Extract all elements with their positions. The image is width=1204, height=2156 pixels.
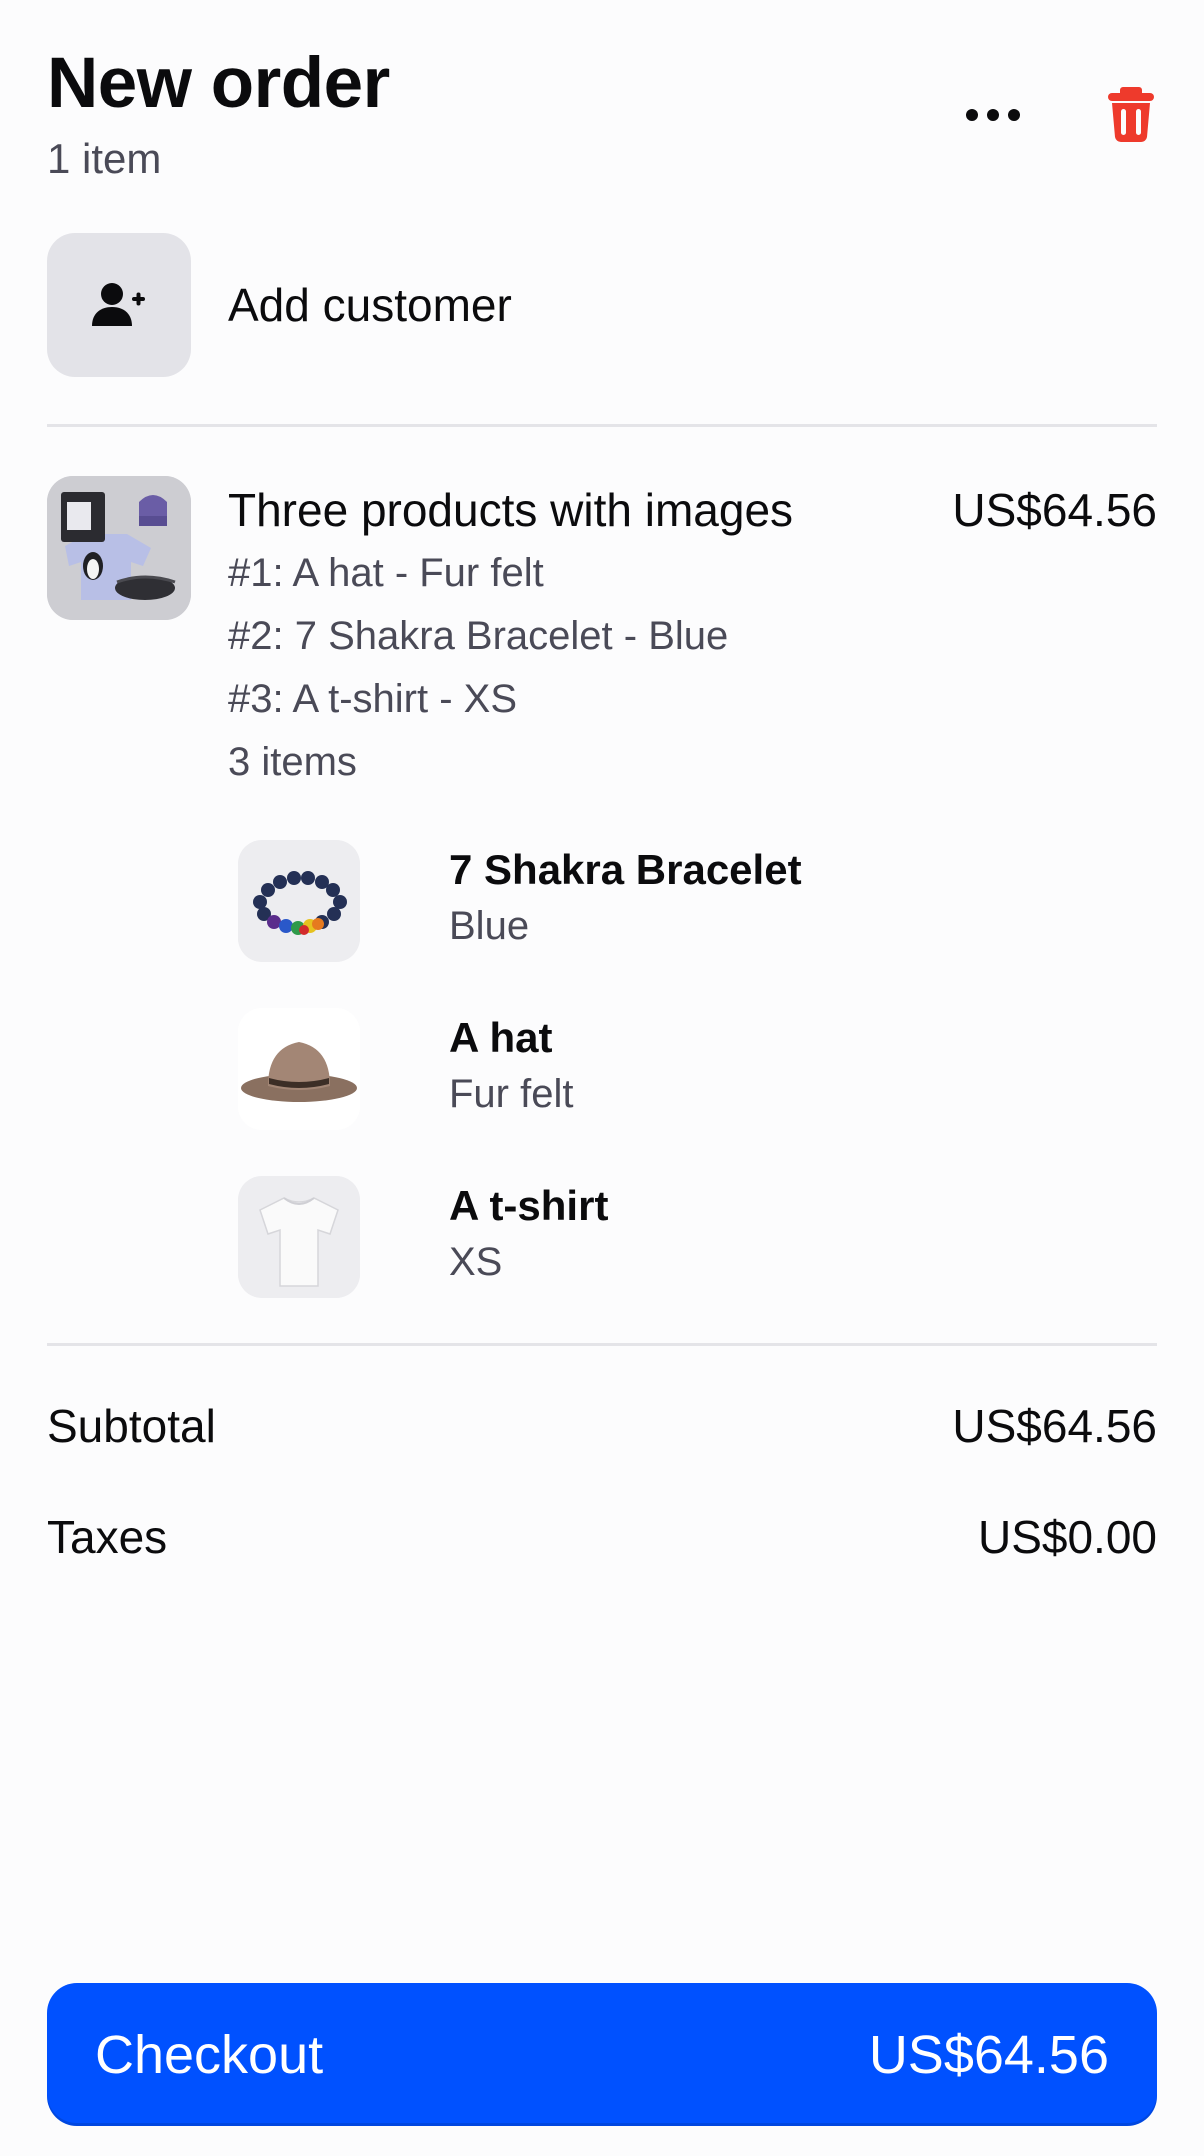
divider	[47, 424, 1157, 427]
component-variant: XS	[449, 1240, 503, 1284]
component-name: 7 Shakra Bracelet	[449, 846, 802, 893]
subtotal-value: US$64.56	[952, 1400, 1157, 1452]
more-horizontal-icon	[966, 109, 1020, 121]
bundle-detail: #2: 7 Shakra Bracelet - Blue	[228, 614, 729, 658]
taxes-row: Taxes US$0.00	[47, 1509, 1157, 1569]
more-options-button[interactable]	[953, 80, 1033, 150]
subtotal-row: Subtotal US$64.56	[47, 1398, 1157, 1458]
taxes-value: US$0.00	[977, 1511, 1157, 1563]
page-title: New order	[47, 44, 390, 123]
hat-image	[238, 1008, 360, 1130]
line-item-bundle[interactable]: Three products with images US$64.56 #1: …	[47, 476, 1157, 1298]
component-variant: Blue	[449, 904, 530, 948]
order-screen: New order 1 item Add customer Three prod…	[47, 0, 1157, 2156]
trash-icon	[1108, 87, 1154, 143]
bundle-image	[47, 476, 191, 620]
bundle-price: US$64.56	[952, 484, 1157, 536]
add-customer-label: Add customer	[228, 279, 512, 331]
order-header: New order 1 item	[47, 40, 1157, 190]
customer-avatar	[47, 233, 191, 377]
bundle-item-count: 3 items	[228, 740, 357, 784]
add-customer-button[interactable]: Add customer	[47, 233, 1157, 377]
component-variant: Fur felt	[449, 1072, 574, 1116]
component-name: A hat	[449, 1014, 553, 1061]
item-count: 1 item	[47, 135, 162, 182]
component-item: A t-shirt XS	[238, 1176, 1138, 1298]
checkout-total: US$64.56	[868, 2025, 1109, 2085]
delete-order-button[interactable]	[1101, 78, 1161, 150]
t-shirt-image	[238, 1176, 360, 1298]
checkout-button[interactable]: Checkout US$64.56	[47, 1983, 1157, 2126]
component-item: A hat Fur felt	[238, 1008, 1138, 1130]
bundle-detail: #3: A t-shirt - XS	[228, 677, 518, 721]
checkout-label: Checkout	[95, 2025, 324, 2085]
divider	[47, 1343, 1157, 1346]
subtotal-label: Subtotal	[47, 1400, 216, 1452]
component-name: A t-shirt	[449, 1182, 609, 1229]
bundle-detail: #1: A hat - Fur felt	[228, 551, 544, 595]
bracelet-image	[238, 840, 360, 962]
bundle-title: Three products with images	[228, 484, 794, 536]
taxes-label: Taxes	[47, 1511, 168, 1563]
add-person-icon	[92, 283, 145, 326]
component-item: 7 Shakra Bracelet Blue	[238, 840, 1138, 962]
